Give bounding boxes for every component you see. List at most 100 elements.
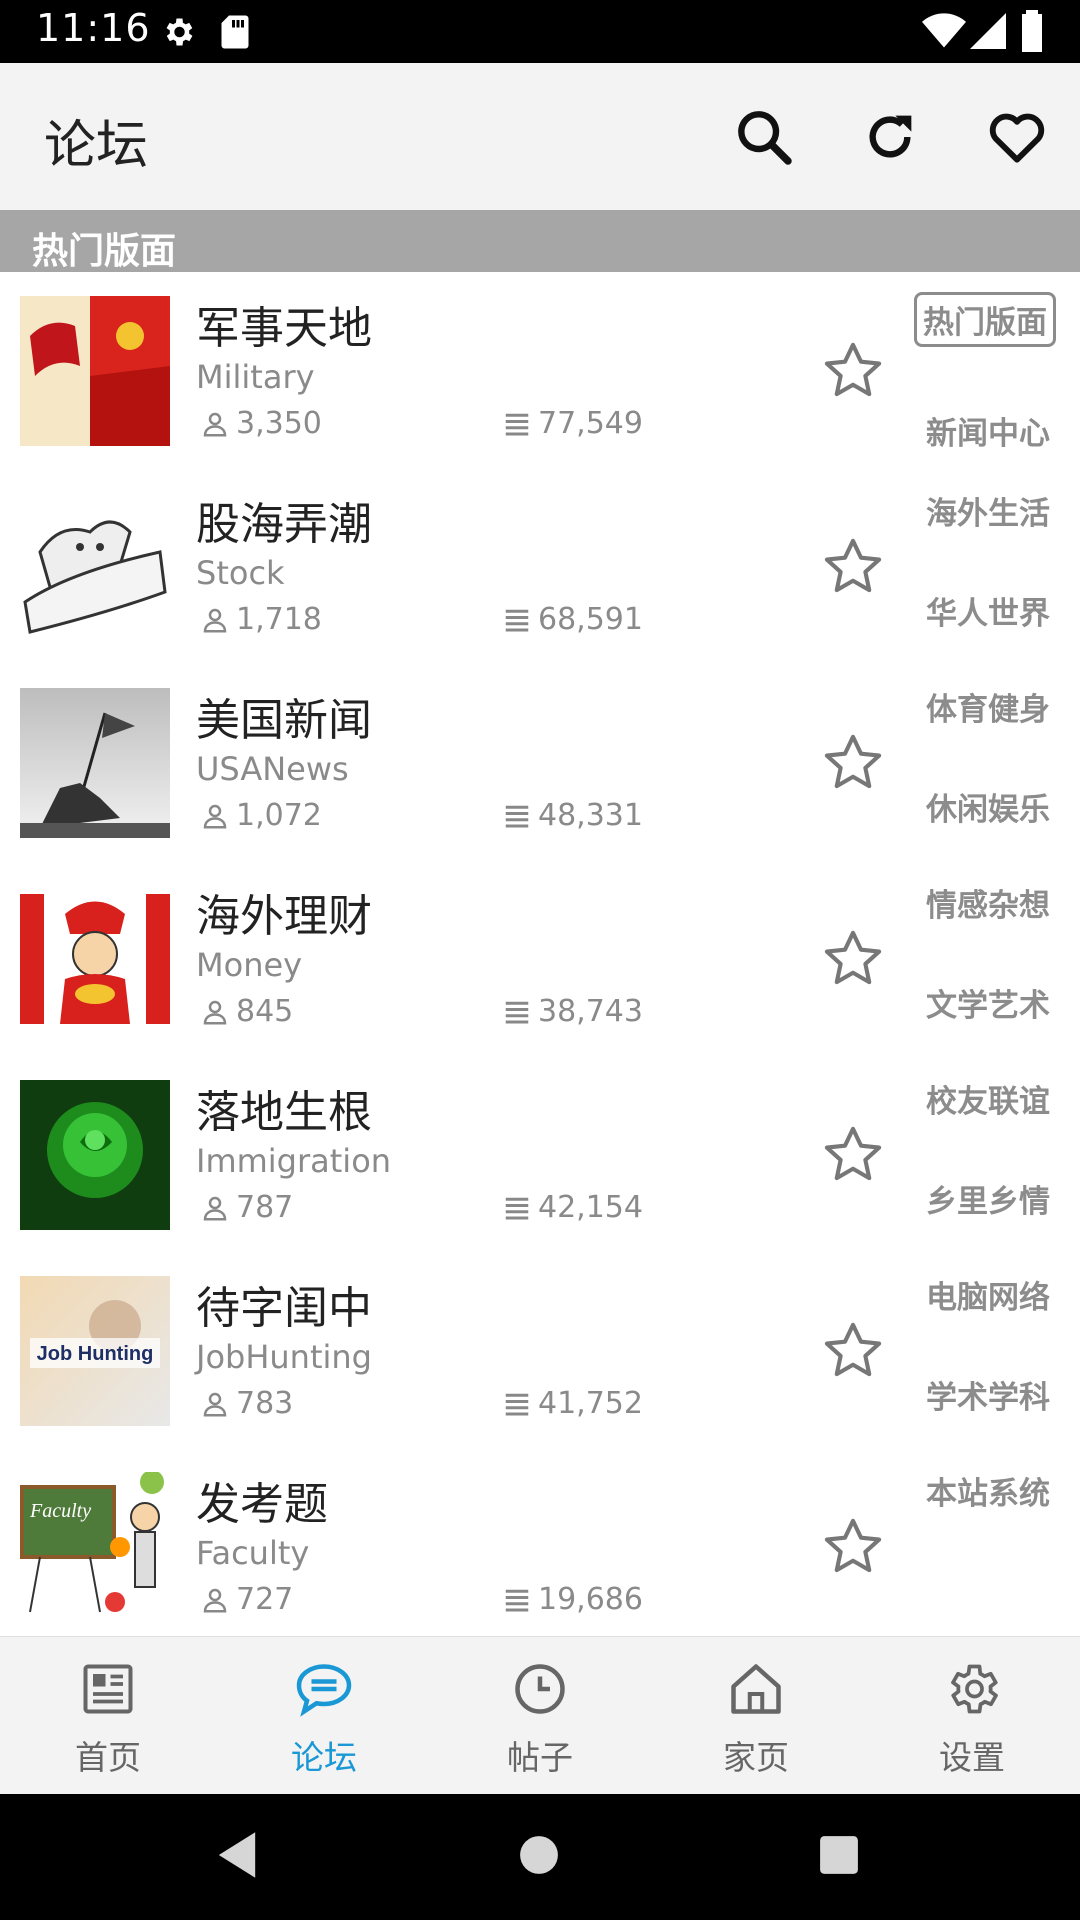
- post-count: 38,743: [502, 994, 643, 1029]
- forum-thumbnail: [20, 884, 170, 1034]
- settings-status-icon: [166, 18, 193, 46]
- post-count-value: 68,591: [538, 602, 643, 637]
- forum-english-name: USANews: [196, 750, 349, 788]
- category-link[interactable]: 校友联谊: [926, 1076, 1050, 1121]
- forum-name: 落地生根: [196, 1087, 372, 1138]
- status-time: 11:16: [36, 6, 151, 50]
- user-count: 787: [200, 1190, 293, 1225]
- forum-row[interactable]: 股海弄潮 Stock 1,718 68,591 海外生活 华人世界: [0, 468, 1080, 666]
- forum-thumbnail: [20, 296, 170, 446]
- bottom-navigation: 首页 论坛 帖子 家页 设置: [0, 1636, 1080, 1795]
- faculty-thumbnail-text: Faculty: [29, 1500, 91, 1522]
- category-link[interactable]: 新闻中心: [926, 408, 1050, 453]
- post-count: 19,686: [502, 1582, 643, 1617]
- category-link[interactable]: 电脑网络: [926, 1272, 1050, 1317]
- forum-row[interactable]: 军事天地 Military 3,350 77,549 热门版面 新闻中心: [0, 272, 1080, 470]
- user-count-value: 3,350: [236, 406, 322, 441]
- star-icon[interactable]: [820, 338, 886, 404]
- refresh-icon[interactable]: [858, 105, 922, 169]
- user-count-value: 1,718: [236, 602, 322, 637]
- nav-item-forum[interactable]: 论坛: [216, 1637, 432, 1795]
- newspaper-icon: [83, 1664, 133, 1714]
- forum-list[interactable]: 军事天地 Military 3,350 77,549 热门版面 新闻中心 股海弄…: [0, 272, 1080, 1636]
- post-count-value: 41,752: [538, 1386, 643, 1421]
- star-icon[interactable]: [820, 730, 886, 796]
- forum-thumbnail: [20, 492, 170, 642]
- category-link[interactable]: 学术学科: [926, 1372, 1050, 1417]
- forum-english-name: Money: [196, 946, 303, 984]
- star-icon[interactable]: [820, 1318, 886, 1384]
- star-icon[interactable]: [820, 926, 886, 992]
- nav-label: 论坛: [291, 1738, 357, 1777]
- user-count-value: 783: [236, 1386, 294, 1421]
- list-icon: [505, 609, 529, 631]
- app-bar: 论坛: [0, 63, 1080, 210]
- forum-name: 发考题: [196, 1479, 328, 1530]
- star-icon[interactable]: [820, 1514, 886, 1580]
- forum-row[interactable]: 海外理财 Money 845 38,743 情感杂想 文学艺术: [0, 860, 1080, 1058]
- list-icon: [505, 805, 529, 827]
- category-link[interactable]: 乡里乡情: [926, 1176, 1050, 1221]
- category-link[interactable]: 华人世界: [926, 588, 1050, 633]
- category-link[interactable]: 本站系统: [926, 1468, 1050, 1513]
- category-link[interactable]: 海外生活: [926, 488, 1050, 533]
- heart-icon[interactable]: [985, 105, 1049, 169]
- nav-item-settings[interactable]: 设置: [864, 1637, 1080, 1795]
- nav-label: 家页: [723, 1738, 789, 1777]
- clock-icon: [515, 1664, 565, 1714]
- home-icon: [731, 1664, 781, 1714]
- forum-row[interactable]: Faculty 发考题 Faculty 727 19,686 本站系统: [0, 1448, 1080, 1636]
- nav-item-home[interactable]: 首页: [0, 1637, 216, 1795]
- battery-icon: [1022, 10, 1042, 52]
- post-count: 48,331: [502, 798, 643, 833]
- page-title: 论坛: [44, 116, 149, 176]
- user-count: 3,350: [200, 406, 322, 441]
- forum-name: 军事天地: [196, 303, 372, 354]
- job-hunting-thumbnail-text: Job Hunting: [37, 1343, 154, 1365]
- user-count: 845: [200, 994, 293, 1029]
- post-count-value: 42,154: [538, 1190, 643, 1225]
- nav-item-posts[interactable]: 帖子: [432, 1637, 648, 1795]
- post-count-value: 48,331: [538, 798, 643, 833]
- post-count-value: 77,549: [538, 406, 643, 441]
- forum-name: 海外理财: [196, 891, 372, 942]
- forum-name: 待字闺中: [196, 1283, 372, 1334]
- forum-name: 美国新闻: [196, 695, 372, 746]
- list-icon: [505, 1589, 529, 1611]
- category-link[interactable]: 休闲娱乐: [926, 784, 1050, 829]
- user-count-value: 727: [236, 1582, 294, 1617]
- section-title: 热门版面: [32, 231, 177, 272]
- star-icon[interactable]: [820, 534, 886, 600]
- category-link[interactable]: 体育健身: [926, 684, 1050, 729]
- system-navigation-bar: [0, 1794, 1080, 1920]
- recents-icon[interactable]: [818, 1834, 860, 1876]
- star-icon[interactable]: [820, 1122, 886, 1188]
- category-link[interactable]: 热门版面: [914, 292, 1056, 347]
- category-link[interactable]: 文学艺术: [926, 980, 1050, 1025]
- forum-row[interactable]: 落地生根 Immigration 787 42,154 校友联谊 乡里乡情: [0, 1056, 1080, 1254]
- forum-row[interactable]: Job Hunting 待字闺中 JobHunting 783 41,752 电…: [0, 1252, 1080, 1450]
- post-count: 77,549: [502, 406, 643, 441]
- person-icon: [203, 412, 227, 436]
- user-count-value: 787: [236, 1190, 294, 1225]
- list-icon: [505, 1197, 529, 1219]
- nav-item-homepage[interactable]: 家页: [648, 1637, 864, 1795]
- sd-card-icon: [221, 15, 249, 49]
- user-count: 727: [200, 1582, 293, 1617]
- post-count: 68,591: [502, 602, 643, 637]
- forum-row[interactable]: 美国新闻 USANews 1,072 48,331 体育健身 休闲娱乐: [0, 664, 1080, 862]
- category-link[interactable]: 情感杂想: [926, 880, 1050, 925]
- post-count-value: 19,686: [538, 1582, 643, 1617]
- post-count: 41,752: [502, 1386, 643, 1421]
- person-icon: [203, 1000, 227, 1024]
- nav-label: 帖子: [507, 1738, 573, 1777]
- forum-english-name: Immigration: [196, 1142, 392, 1180]
- forum-thumbnail: [20, 1080, 170, 1230]
- nav-label: 设置: [939, 1738, 1005, 1777]
- search-icon[interactable]: [732, 105, 796, 169]
- post-count: 42,154: [502, 1190, 643, 1225]
- back-icon[interactable]: [214, 1830, 260, 1880]
- home-button-icon[interactable]: [518, 1834, 560, 1876]
- forum-thumbnail: [20, 688, 170, 838]
- forum-thumbnail: Job Hunting: [20, 1276, 170, 1426]
